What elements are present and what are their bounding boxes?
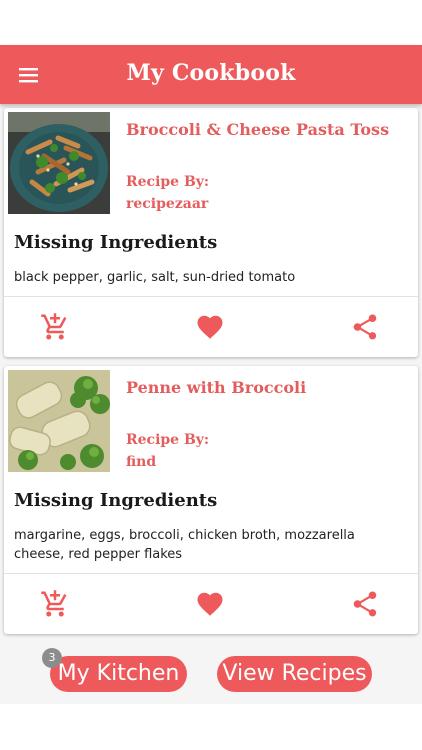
recipe-title[interactable]: Broccoli & Cheese Pasta Toss xyxy=(126,120,410,139)
recipe-by-label: Recipe By: xyxy=(126,174,210,190)
recipe-by-label: Recipe By: xyxy=(126,432,210,448)
page-title: My Cookbook xyxy=(126,60,296,86)
heart-icon[interactable] xyxy=(195,312,225,342)
recipe-card[interactable]: Penne with Broccoli Recipe By: find Miss… xyxy=(4,366,418,634)
missing-ingredients-list: margarine, eggs, broccoli, chicken broth… xyxy=(14,528,355,562)
missing-ingredients-list: black pepper, garlic, salt, sun-dried to… xyxy=(14,270,296,285)
recipe-thumbnail[interactable] xyxy=(8,370,110,472)
card-actions xyxy=(4,573,418,634)
my-kitchen-button[interactable]: My Kitchen xyxy=(50,656,187,692)
add-shopping-cart-icon[interactable] xyxy=(40,589,70,619)
bottom-action-bar: My Kitchen 3 View Recipes xyxy=(0,644,422,704)
recipe-source: find xyxy=(126,454,157,470)
recipe-title[interactable]: Penne with Broccoli xyxy=(126,378,410,397)
app-bar: My Cookbook xyxy=(0,45,422,104)
recipe-thumbnail[interactable] xyxy=(8,112,110,214)
share-icon[interactable] xyxy=(350,312,380,342)
recipe-source: recipezaar xyxy=(126,196,209,212)
recipe-list[interactable]: Broccoli & Cheese Pasta Toss Recipe By: … xyxy=(0,104,422,644)
heart-icon[interactable] xyxy=(195,589,225,619)
missing-ingredients-heading: Missing Ingredients xyxy=(14,232,218,253)
status-bar-area xyxy=(0,0,422,45)
share-icon[interactable] xyxy=(350,589,380,619)
recipe-card[interactable]: Broccoli & Cheese Pasta Toss Recipe By: … xyxy=(4,108,418,357)
missing-ingredients-heading: Missing Ingredients xyxy=(14,490,218,511)
kitchen-count-badge: 3 xyxy=(42,648,62,668)
view-recipes-button[interactable]: View Recipes xyxy=(217,656,372,692)
card-actions xyxy=(4,296,418,357)
add-shopping-cart-icon[interactable] xyxy=(40,312,70,342)
